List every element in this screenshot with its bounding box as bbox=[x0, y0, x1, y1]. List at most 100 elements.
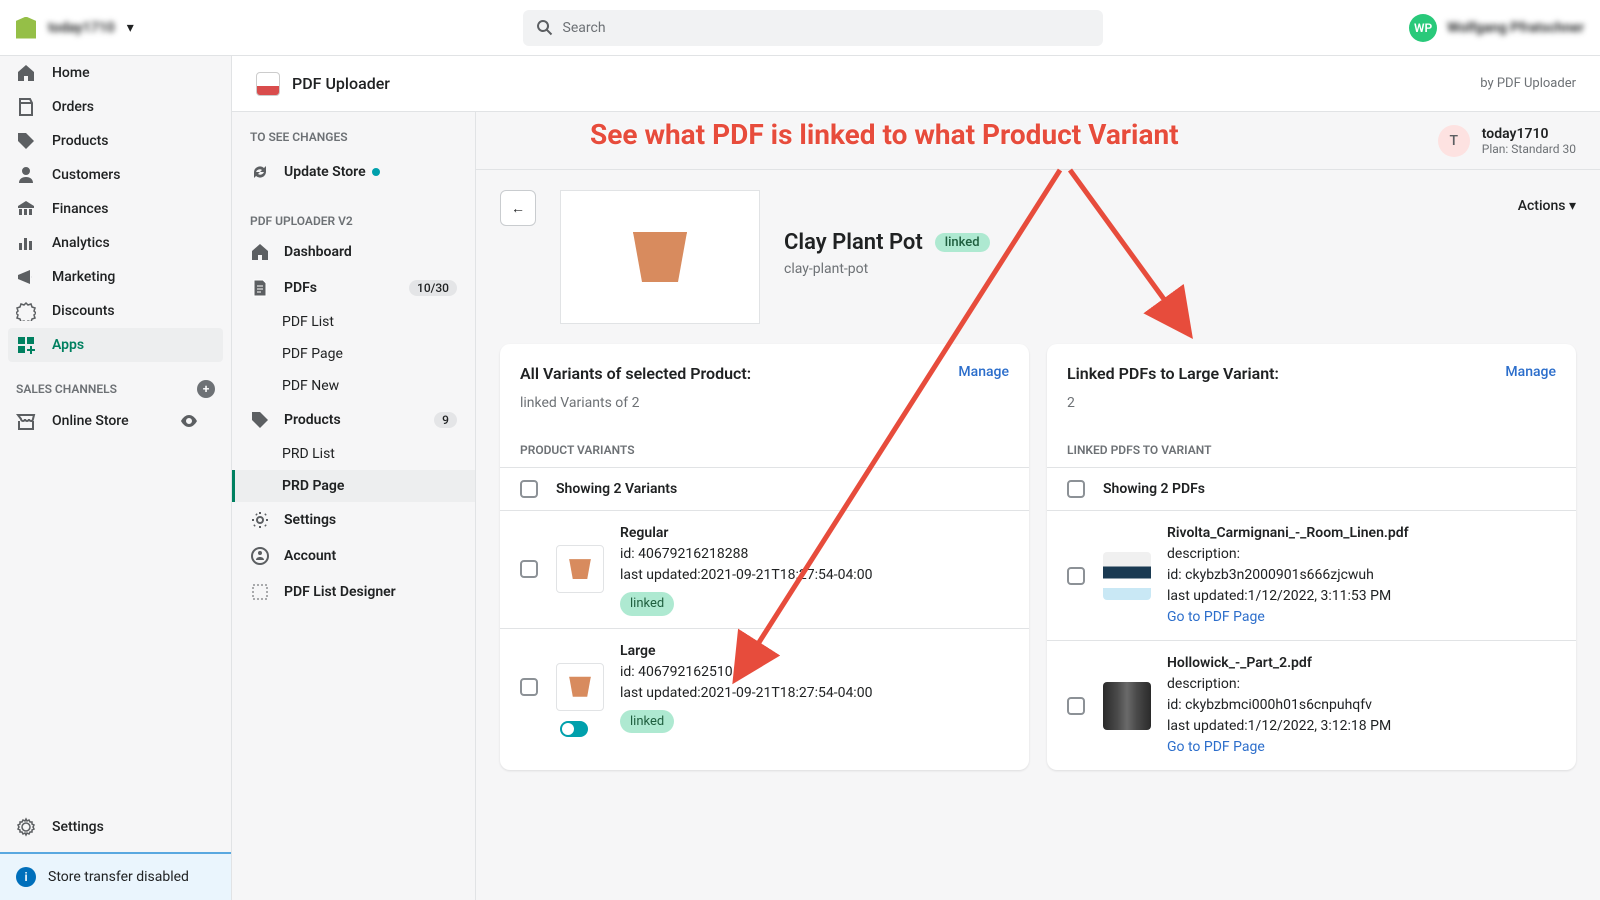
product-slug: clay-plant-pot bbox=[784, 261, 990, 277]
sb-account[interactable]: Account bbox=[232, 538, 475, 574]
nav-home[interactable]: Home bbox=[0, 56, 231, 90]
sb-prd-list[interactable]: PRD List bbox=[232, 438, 475, 470]
nav-products[interactable]: Products bbox=[0, 124, 231, 158]
linked-badge: linked bbox=[935, 233, 990, 252]
megaphone-icon bbox=[16, 267, 36, 287]
products-count: 9 bbox=[434, 412, 457, 428]
sb-pdfs[interactable]: PDFs10/30 bbox=[232, 270, 475, 306]
pdf-name: Rivolta_Carmignani_-_Room_Linen.pdf bbox=[1167, 523, 1556, 544]
pdfs-title: Linked PDFs to Large Variant: bbox=[1067, 364, 1279, 383]
pdf-desc: description: bbox=[1167, 674, 1556, 695]
variant-updated: last updated:2021-09-21T18:27:54-04:00 bbox=[620, 565, 1009, 586]
sb-pdf-page[interactable]: PDF Page bbox=[232, 338, 475, 370]
nav-orders[interactable]: Orders bbox=[0, 90, 231, 124]
add-channel-button[interactable]: + bbox=[197, 380, 215, 398]
store-plan: Plan: Standard 30 bbox=[1482, 142, 1576, 156]
app-sidebar: TO SEE CHANGES Update Store PDF UPLOADER… bbox=[232, 112, 476, 900]
actions-button[interactable]: Actions ▾ bbox=[1518, 190, 1576, 214]
variant-toggle[interactable] bbox=[560, 721, 588, 737]
nav-customers[interactable]: Customers bbox=[0, 158, 231, 192]
variant-updated: last updated:2021-09-21T18:27:54-04:00 bbox=[620, 683, 1009, 704]
tag-icon bbox=[250, 410, 270, 430]
pdf-updated: last updated:1/12/2022, 3:11:53 PM bbox=[1167, 586, 1556, 607]
pdfs-card: Linked PDFs to Large Variant: Manage 2 L… bbox=[1047, 344, 1576, 770]
section-title: PDF UPLOADER V2 bbox=[232, 198, 475, 234]
pdf-row[interactable]: Hollowick_-_Part_2.pdf description: id: … bbox=[1047, 640, 1576, 770]
variant-checkbox[interactable] bbox=[520, 678, 538, 696]
sync-icon bbox=[250, 162, 270, 182]
pdf-id: id: ckybzb3n2000901s666zjcwuh bbox=[1167, 565, 1556, 586]
transfer-banner[interactable]: i Store transfer disabled bbox=[0, 852, 231, 900]
variant-thumb bbox=[556, 545, 604, 593]
variants-card: All Variants of selected Product: Manage… bbox=[500, 344, 1029, 770]
nav-settings[interactable]: Settings bbox=[0, 810, 231, 844]
variant-row[interactable]: Large id: 40679216251056 last updated:20… bbox=[500, 628, 1029, 754]
nav-discounts[interactable]: Discounts bbox=[0, 294, 231, 328]
person-icon bbox=[250, 546, 270, 566]
product-header: ← Clay Plant Pot linked clay-plant-pot A… bbox=[476, 170, 1600, 344]
info-icon: i bbox=[16, 867, 36, 887]
nav-marketing[interactable]: Marketing bbox=[0, 260, 231, 294]
variant-id: id: 40679216251056 bbox=[620, 662, 1009, 683]
sb-pdf-new[interactable]: PDF New bbox=[232, 370, 475, 402]
select-all-checkbox[interactable] bbox=[1067, 480, 1085, 498]
pdf-checkbox[interactable] bbox=[1067, 567, 1085, 585]
nav-apps[interactable]: Apps bbox=[8, 328, 223, 362]
select-all-checkbox[interactable] bbox=[520, 480, 538, 498]
sales-channels-title: SALES CHANNELS+ bbox=[0, 362, 231, 404]
eye-icon[interactable] bbox=[179, 411, 199, 431]
sb-settings[interactable]: Settings bbox=[232, 502, 475, 538]
search-icon bbox=[535, 18, 555, 38]
user-name[interactable]: Wolfgang Pfratschner bbox=[1447, 20, 1584, 36]
nav-finances[interactable]: Finances bbox=[0, 192, 231, 226]
pdf-id: id: ckybzbmci000h01s6cnpuhqfv bbox=[1167, 695, 1556, 716]
app-title: PDF Uploader bbox=[292, 74, 390, 93]
topbar: today1710 ▾ Search WP Wolfgang Pfratschn… bbox=[0, 0, 1600, 56]
pdf-row[interactable]: Rivolta_Carmignani_-_Room_Linen.pdf desc… bbox=[1047, 510, 1576, 640]
pdf-thumb bbox=[1103, 682, 1151, 730]
file-icon bbox=[250, 278, 270, 298]
variant-row[interactable]: Regular id: 40679216218288 last updated:… bbox=[500, 510, 1029, 628]
variant-linked-badge: linked bbox=[620, 710, 674, 734]
sb-products[interactable]: Products9 bbox=[232, 402, 475, 438]
apps-icon bbox=[16, 335, 36, 355]
pdf-name: Hollowick_-_Part_2.pdf bbox=[1167, 653, 1556, 674]
sb-pdf-list[interactable]: PDF List bbox=[232, 306, 475, 338]
variants-manage-link[interactable]: Manage bbox=[958, 364, 1009, 383]
pdfs-manage-link[interactable]: Manage bbox=[1505, 364, 1556, 383]
sb-prd-page[interactable]: PRD Page bbox=[232, 470, 475, 502]
variants-section: PRODUCT VARIANTS bbox=[500, 429, 1029, 467]
nav-online-store[interactable]: Online Store bbox=[0, 404, 231, 438]
pdf-link[interactable]: Go to PDF Page bbox=[1167, 609, 1265, 625]
variant-checkbox[interactable] bbox=[520, 560, 538, 578]
pdf-checkbox[interactable] bbox=[1067, 697, 1085, 715]
app-by: by PDF Uploader bbox=[1480, 76, 1576, 91]
pdf-desc: description: bbox=[1167, 544, 1556, 565]
bank-icon bbox=[16, 199, 36, 219]
tag-icon bbox=[16, 131, 36, 151]
nav-analytics[interactable]: Analytics bbox=[0, 226, 231, 260]
store-name: today1710 bbox=[1482, 126, 1576, 142]
bars-icon bbox=[16, 233, 36, 253]
user-avatar[interactable]: WP bbox=[1409, 14, 1437, 42]
annotation-text: See what PDF is linked to what Product V… bbox=[590, 118, 1179, 151]
home-icon bbox=[16, 63, 36, 83]
sb-designer[interactable]: PDF List Designer bbox=[232, 574, 475, 610]
variants-sub: linked Variants of 2 bbox=[500, 395, 1029, 429]
changes-title: TO SEE CHANGES bbox=[232, 112, 475, 154]
product-image bbox=[560, 190, 760, 324]
store-icon bbox=[16, 411, 36, 431]
pdfs-count: 10/30 bbox=[409, 280, 457, 296]
chevron-down-icon[interactable]: ▾ bbox=[127, 20, 134, 36]
app-icon bbox=[256, 72, 280, 96]
store-selector[interactable]: today1710 bbox=[48, 20, 115, 36]
update-store-button[interactable]: Update Store bbox=[232, 154, 475, 198]
home-icon bbox=[250, 242, 270, 262]
layout-icon bbox=[250, 582, 270, 602]
sb-dashboard[interactable]: Dashboard bbox=[232, 234, 475, 270]
showing-pdfs: Showing 2 PDFs bbox=[1103, 481, 1205, 497]
pdfs-section: LINKED PDFS TO VARIANT bbox=[1047, 429, 1576, 467]
pdf-link[interactable]: Go to PDF Page bbox=[1167, 739, 1265, 755]
search-input[interactable]: Search bbox=[523, 10, 1103, 46]
back-button[interactable]: ← bbox=[500, 190, 536, 226]
